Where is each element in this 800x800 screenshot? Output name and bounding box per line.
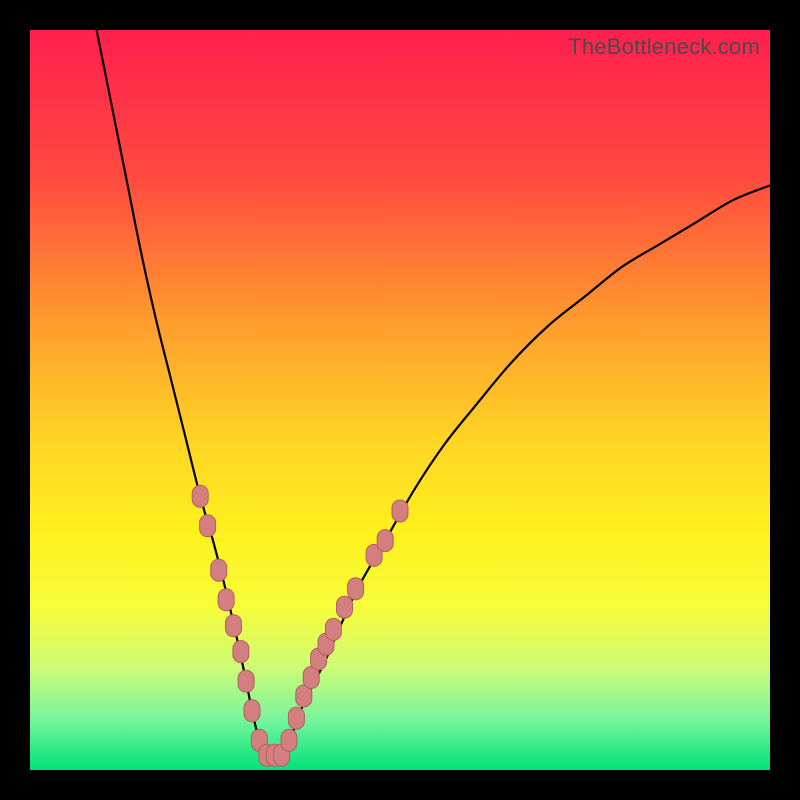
chart-overlay	[30, 30, 770, 770]
plot-area: TheBottleneck.com	[30, 30, 770, 770]
marker-group	[192, 485, 408, 766]
data-marker	[244, 700, 260, 722]
bottleneck-curve	[97, 30, 770, 757]
data-marker	[192, 485, 208, 507]
data-marker	[288, 707, 304, 729]
data-marker	[377, 530, 393, 552]
chart-frame: TheBottleneck.com	[0, 0, 800, 800]
data-marker	[337, 596, 353, 618]
data-marker	[392, 500, 408, 522]
data-marker	[348, 578, 364, 600]
data-marker	[200, 515, 216, 537]
data-marker	[226, 615, 242, 637]
data-marker	[325, 618, 341, 640]
data-marker	[211, 559, 227, 581]
data-marker	[238, 670, 254, 692]
data-marker	[233, 641, 249, 663]
data-marker	[218, 589, 234, 611]
data-marker	[281, 729, 297, 751]
